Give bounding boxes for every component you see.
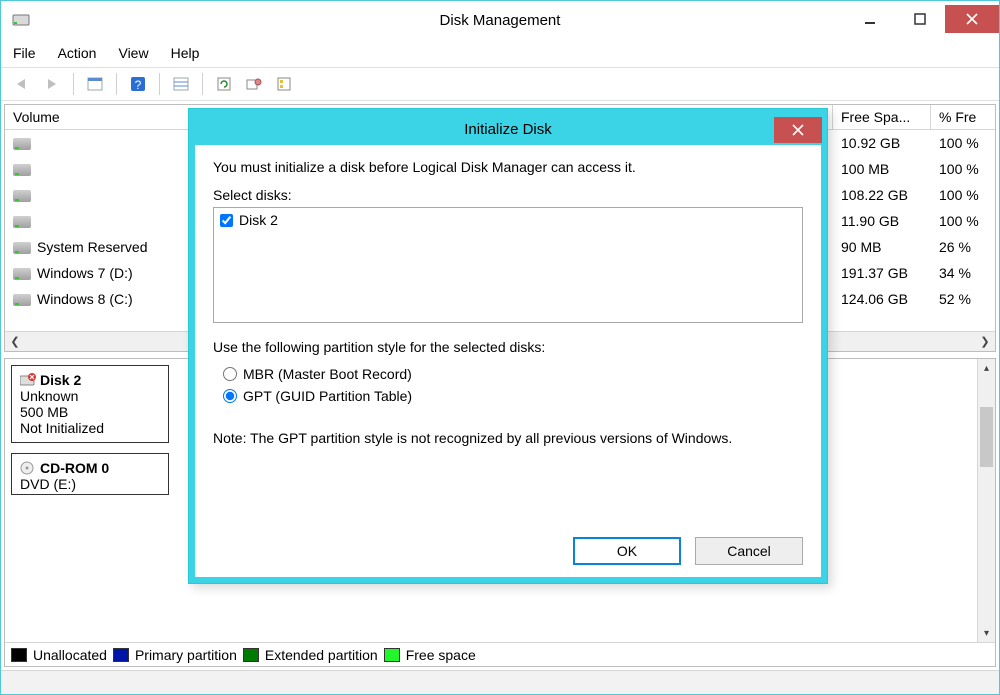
free-space: 108.22 GB (833, 187, 931, 203)
legend-free: Free space (406, 647, 476, 663)
svg-text:?: ? (135, 78, 142, 92)
pct-free: 52 % (931, 291, 995, 307)
free-space: 191.37 GB (833, 265, 931, 281)
scroll-up-icon[interactable]: ▴ (978, 359, 995, 377)
gpt-radio[interactable] (223, 389, 237, 403)
settings-icon[interactable] (241, 71, 267, 97)
gpt-radio-row[interactable]: GPT (GUID Partition Table) (223, 388, 803, 404)
dialog-close-button[interactable] (774, 117, 822, 143)
menu-help[interactable]: Help (171, 45, 200, 61)
mbr-radio-row[interactable]: MBR (Master Boot Record) (223, 366, 803, 382)
volume-icon (13, 216, 31, 228)
volume-name: System Reserved (37, 239, 147, 255)
dialog-titlebar: Initialize Disk (189, 109, 827, 145)
dialog-intro: You must initialize a disk before Logica… (213, 159, 803, 175)
col-pct-free[interactable]: % Fre (931, 105, 995, 129)
legend: Unallocated Primary partition Extended p… (5, 642, 995, 666)
status-bar (1, 670, 999, 694)
pct-free: 26 % (931, 239, 995, 255)
disk-error-icon (20, 373, 36, 387)
menu-view[interactable]: View (118, 45, 148, 61)
volume-icon (13, 242, 31, 254)
maximize-button[interactable] (895, 5, 945, 33)
vscroll-track[interactable] (978, 377, 995, 624)
cdrom-icon (20, 461, 36, 475)
disk-check-row[interactable]: Disk 2 (220, 212, 796, 228)
disk2-size: 500 MB (20, 404, 160, 420)
volume-icon (13, 268, 31, 280)
vscroll-thumb[interactable] (980, 407, 993, 467)
disk2-type: Unknown (20, 388, 160, 404)
legend-primary: Primary partition (135, 647, 237, 663)
disk2-check-label: Disk 2 (239, 212, 278, 228)
disk-block-cdrom[interactable]: CD-ROM 0 DVD (E:) (11, 453, 169, 495)
legend-extended: Extended partition (265, 647, 378, 663)
dialog-body: You must initialize a disk before Logica… (189, 145, 827, 583)
gpt-label: GPT (GUID Partition Table) (243, 388, 412, 404)
select-disks-label: Select disks: (213, 187, 803, 203)
dialog-buttons: OK Cancel (213, 525, 803, 565)
properties-icon[interactable] (82, 71, 108, 97)
volume-icon (13, 138, 31, 150)
free-space: 10.92 GB (833, 135, 931, 151)
cdrom-sub: DVD (E:) (20, 476, 160, 492)
disk2-checkbox[interactable] (220, 214, 233, 227)
free-space: 124.06 GB (833, 291, 931, 307)
pct-free: 100 % (931, 161, 995, 177)
free-space: 90 MB (833, 239, 931, 255)
cancel-button[interactable]: Cancel (695, 537, 803, 565)
scroll-right-icon[interactable]: ❯ (975, 332, 995, 351)
toolbar: ? (1, 67, 999, 101)
disk-listbox[interactable]: Disk 2 (213, 207, 803, 323)
menu-action[interactable]: Action (58, 45, 97, 61)
volume-icon (13, 164, 31, 176)
mbr-label: MBR (Master Boot Record) (243, 366, 412, 382)
help-icon[interactable]: ? (125, 71, 151, 97)
scroll-down-icon[interactable]: ▾ (978, 624, 995, 642)
close-button[interactable] (945, 5, 999, 33)
free-space: 11.90 GB (833, 213, 931, 229)
menubar: File Action View Help (1, 39, 999, 67)
menu-file[interactable]: File (13, 45, 36, 61)
volume-name: Windows 8 (C:) (37, 291, 133, 307)
mbr-radio[interactable] (223, 367, 237, 381)
volume-icon (13, 190, 31, 202)
legend-unallocated: Unallocated (33, 647, 107, 663)
col-free-space[interactable]: Free Spa... (833, 105, 931, 129)
pct-free: 100 % (931, 187, 995, 203)
titlebar: Disk Management (1, 1, 999, 39)
disk2-title: Disk 2 (40, 372, 81, 388)
partition-style-label: Use the following partition style for th… (213, 339, 803, 355)
swatch-free (384, 648, 400, 662)
free-space: 100 MB (833, 161, 931, 177)
cdrom-title: CD-ROM 0 (40, 460, 109, 476)
swatch-primary (113, 648, 129, 662)
volume-icon (13, 294, 31, 306)
disk-block-disk2[interactable]: Disk 2 Unknown 500 MB Not Initialized (11, 365, 169, 443)
pct-free: 34 % (931, 265, 995, 281)
app-icon (11, 10, 31, 30)
swatch-unallocated (11, 648, 27, 662)
dialog-title: Initialize Disk (464, 121, 552, 138)
ok-button[interactable]: OK (573, 537, 681, 565)
window-title: Disk Management (440, 12, 561, 29)
initialize-disk-dialog: Initialize Disk You must initialize a di… (188, 108, 828, 584)
forward-icon[interactable] (39, 71, 65, 97)
dialog-note: Note: The GPT partition style is not rec… (213, 429, 803, 448)
disk2-status: Not Initialized (20, 420, 160, 436)
volume-name: Windows 7 (D:) (37, 265, 133, 281)
pct-free: 100 % (931, 135, 995, 151)
window-controls (845, 5, 999, 35)
table-view-icon[interactable] (168, 71, 194, 97)
swatch-extended (243, 648, 259, 662)
scroll-left-icon[interactable]: ❮ (5, 332, 25, 351)
minimize-button[interactable] (845, 5, 895, 33)
back-icon[interactable] (9, 71, 35, 97)
refresh-icon[interactable] (211, 71, 237, 97)
pct-free: 100 % (931, 213, 995, 229)
details-icon[interactable] (271, 71, 297, 97)
vertical-scrollbar[interactable]: ▴ ▾ (977, 359, 995, 642)
